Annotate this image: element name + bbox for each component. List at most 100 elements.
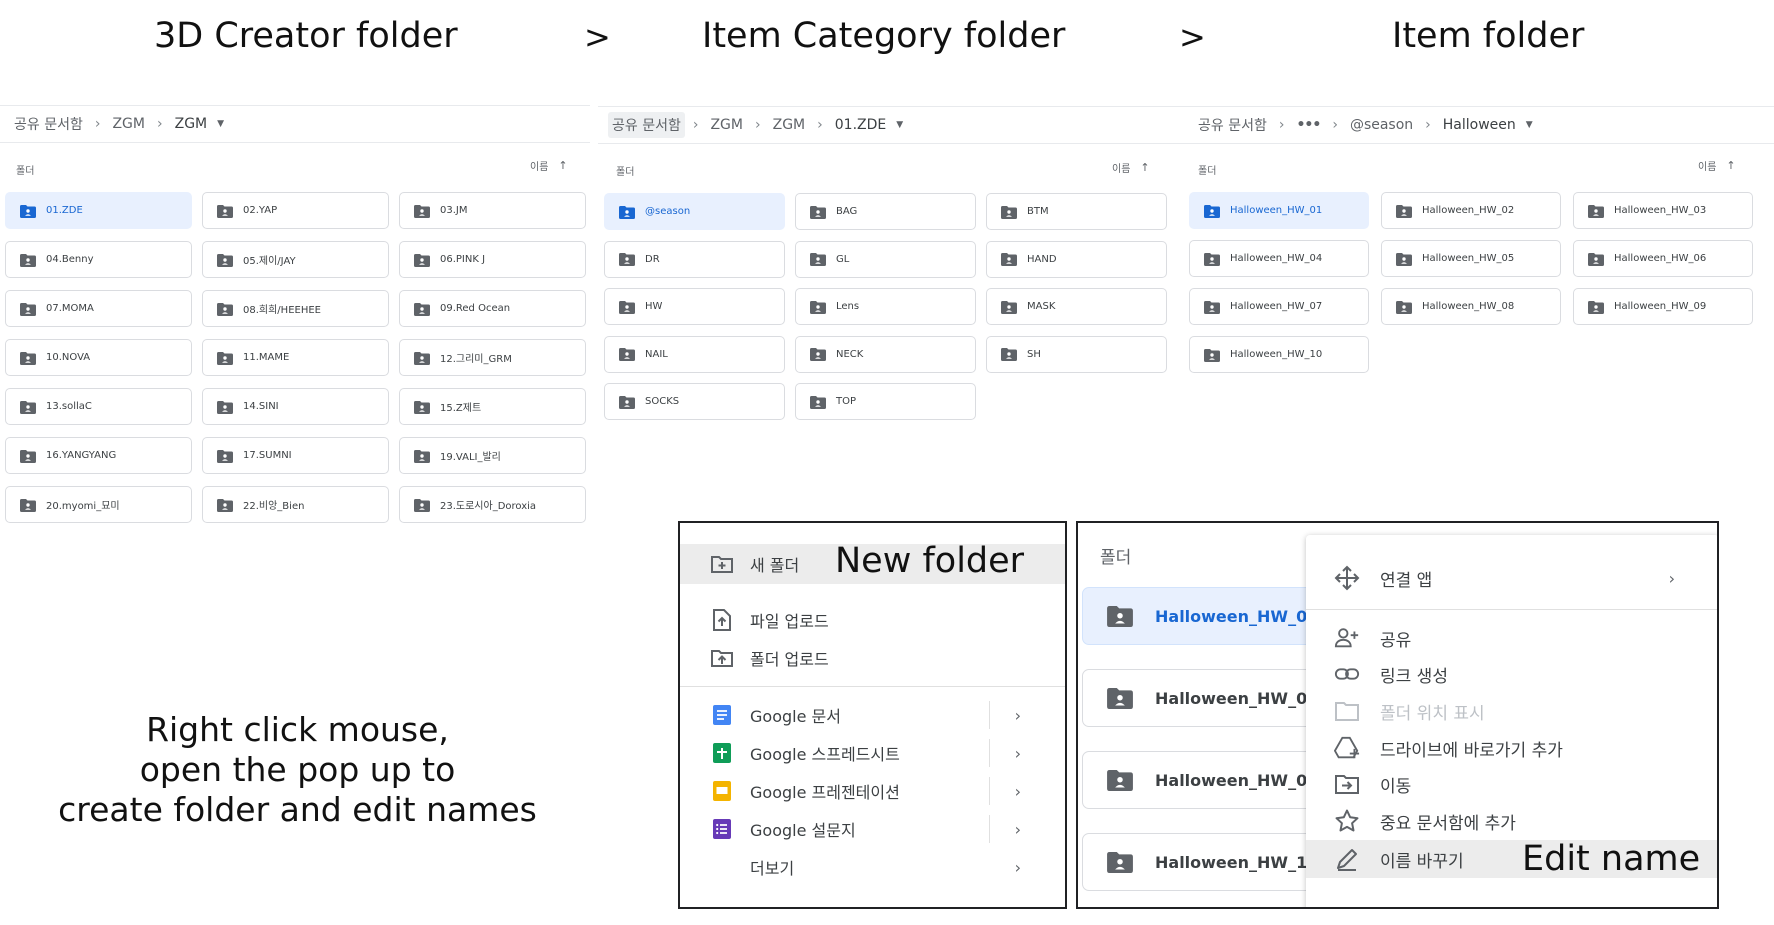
sort-by-name[interactable]: 이름 ↑ xyxy=(1698,158,1736,173)
folder-item[interactable]: SH xyxy=(986,335,1167,373)
folder-item[interactable]: Halloween_HW_07 xyxy=(1082,751,1342,809)
folder-name: 03.JM xyxy=(440,205,468,216)
breadcrumb-item[interactable]: @season xyxy=(1346,114,1417,136)
folder-item[interactable]: @season xyxy=(604,193,785,230)
folder-item[interactable]: Halloween_HW_04 xyxy=(1189,240,1369,277)
folder-item[interactable]: Halloween_HW_01 xyxy=(1189,192,1369,229)
folder-item[interactable]: 19.VALI_발리 xyxy=(399,437,586,474)
menu-item-google-forms[interactable]: Google 설문지 › xyxy=(680,811,1065,847)
folder-item[interactable]: 17.SUMNI xyxy=(202,437,389,474)
folder-item[interactable]: 16.YANGYANG xyxy=(5,437,192,474)
folder-item[interactable]: HW xyxy=(604,288,785,325)
menu-item-more[interactable]: 더보기 › xyxy=(680,849,1065,885)
breadcrumb-item[interactable]: ZGM xyxy=(108,113,149,135)
menu-item-share[interactable]: 공유 xyxy=(1306,621,1717,655)
sort-by-name[interactable]: 이름 ↑ xyxy=(530,158,568,173)
folder-item[interactable]: 03.JM xyxy=(399,192,586,229)
folder-item[interactable]: Halloween_HW_06 xyxy=(1573,240,1753,277)
folder-item[interactable]: BAG xyxy=(795,193,976,230)
menu-item-add-starred[interactable]: 중요 문서함에 추가 xyxy=(1306,804,1717,838)
caret-down-icon[interactable]: ▼ xyxy=(1526,120,1533,130)
folder-item[interactable]: 15.Z제트 xyxy=(399,388,586,425)
more-horiz-icon[interactable]: ••• xyxy=(1292,114,1324,136)
folder-item[interactable]: NECK xyxy=(795,335,976,373)
menu-item-google-slides[interactable]: Google 프레젠테이션 › xyxy=(680,773,1065,809)
folder-item[interactable]: 06.PINK J xyxy=(399,241,586,278)
folder-item[interactable]: Halloween_HW_10 xyxy=(1189,336,1369,373)
folder-item[interactable]: Halloween_HW_10 xyxy=(1082,833,1342,891)
folder-item[interactable]: Halloween_HW_03 xyxy=(1573,192,1753,229)
folder-item[interactable]: DR xyxy=(604,240,785,278)
shared-folder-icon xyxy=(414,302,430,316)
folder-item[interactable]: 02.YAP xyxy=(202,192,389,229)
menu-divider xyxy=(989,777,990,805)
menu-divider xyxy=(989,739,990,767)
folder-item[interactable]: 13.sollaC xyxy=(5,388,192,425)
create-folder-icon xyxy=(710,552,734,576)
folder-item[interactable]: Halloween_HW_07 xyxy=(1189,288,1369,325)
caret-down-icon[interactable]: ▼ xyxy=(896,120,903,130)
sort-by-name[interactable]: 이름 ↑ xyxy=(1112,160,1150,175)
menu-item-move[interactable]: 이동 xyxy=(1306,767,1717,801)
folder-name: 15.Z제트 xyxy=(440,403,482,414)
folder-item[interactable]: 20.myomi_묘미 xyxy=(5,486,192,523)
folder-item[interactable]: SOCKS xyxy=(604,383,785,420)
folder-item[interactable]: Halloween_HW_05 xyxy=(1381,240,1561,277)
folder-item[interactable]: 10.NOVA xyxy=(5,339,192,376)
folder-item[interactable]: 07.MOMA xyxy=(5,290,192,327)
folder-item[interactable]: 12.그리미_GRM xyxy=(399,339,586,376)
shared-folder-icon xyxy=(1588,300,1604,314)
folder-item[interactable]: GL xyxy=(795,240,976,278)
folder-item[interactable]: 11.MAME xyxy=(202,339,389,376)
menu-item-google-docs[interactable]: Google 문서 › xyxy=(680,697,1065,733)
caret-down-icon[interactable]: ▼ xyxy=(217,119,224,129)
folder-name: NECK xyxy=(836,348,864,360)
folder-item[interactable]: MASK xyxy=(986,288,1167,325)
folder-item[interactable]: Halloween_HW_09 xyxy=(1573,288,1753,325)
menu-item-label: 공유 xyxy=(1380,630,1412,651)
breadcrumb: 공유 문서함 › ZGM › ZGM › 01.ZDE ▼ xyxy=(598,106,1184,144)
folder-name: Halloween_HW_05 xyxy=(1422,253,1515,264)
menu-item-file-upload[interactable]: 파일 업로드 xyxy=(680,602,1065,638)
breadcrumb-item[interactable]: ZGM xyxy=(706,114,747,136)
menu-item-open-with[interactable]: 연결 앱 › xyxy=(1306,561,1717,595)
folder-item[interactable]: Lens xyxy=(795,288,976,325)
breadcrumb-item-current[interactable]: ZGM xyxy=(171,113,212,135)
menu-item-get-link[interactable]: 링크 생성 xyxy=(1306,657,1717,691)
breadcrumb-item[interactable]: 공유 문서함 xyxy=(608,112,685,138)
folder-item[interactable]: Halloween_HW_04 xyxy=(1082,669,1342,727)
folder-item[interactable]: Halloween_HW_02 xyxy=(1381,192,1561,229)
folder-item[interactable]: NAIL xyxy=(604,335,785,373)
breadcrumb-item[interactable]: 공유 문서함 xyxy=(10,111,87,137)
folder-name: 19.VALI_발리 xyxy=(440,452,501,463)
breadcrumb-item-current[interactable]: Halloween xyxy=(1439,114,1520,136)
instructions-text: Right click mouse, open the pop up to cr… xyxy=(40,710,555,830)
chevron-right-icon: › xyxy=(755,117,761,133)
folder-item[interactable]: 23.도로시아_Doroxia xyxy=(399,486,586,523)
folder-item[interactable]: Halloween_HW_01 xyxy=(1082,587,1342,645)
file-upload-icon xyxy=(710,608,734,632)
chevron-right-icon: › xyxy=(1278,117,1285,133)
menu-item-google-sheets[interactable]: Google 스프레드시트 › xyxy=(680,735,1065,771)
chevron-right-icon: › xyxy=(1668,568,1675,588)
caption-new-folder: New folder xyxy=(835,541,1025,581)
folder-item[interactable]: HAND xyxy=(986,240,1167,278)
menu-item-label: 새 폴더 xyxy=(750,556,800,575)
folder-item[interactable]: 09.Red Ocean xyxy=(399,290,586,327)
folder-item[interactable]: 05.제이/JAY xyxy=(202,241,389,278)
breadcrumb-item[interactable]: 공유 문서함 xyxy=(1194,112,1271,138)
shared-folder-icon xyxy=(810,253,826,266)
folder-item[interactable]: BTM xyxy=(986,193,1167,230)
breadcrumb-item-current[interactable]: 01.ZDE xyxy=(831,114,890,136)
folder-item[interactable]: TOP xyxy=(795,383,976,420)
breadcrumb-item[interactable]: ZGM xyxy=(769,114,810,136)
folder-item[interactable]: Halloween_HW_08 xyxy=(1381,288,1561,325)
menu-item-add-shortcut[interactable]: 드라이브에 바로가기 추가 xyxy=(1306,731,1717,765)
folder-item[interactable]: 04.Benny xyxy=(5,241,192,278)
folder-item[interactable]: 22.비앙_Bien xyxy=(202,486,389,523)
folder-item[interactable]: 08.희희/HEEHEE xyxy=(202,290,389,327)
folder-item[interactable]: 14.SINI xyxy=(202,388,389,425)
shared-folder-icon xyxy=(810,395,826,409)
folder-item[interactable]: 01.ZDE xyxy=(5,192,192,229)
menu-item-folder-upload[interactable]: 폴더 업로드 xyxy=(680,640,1065,676)
